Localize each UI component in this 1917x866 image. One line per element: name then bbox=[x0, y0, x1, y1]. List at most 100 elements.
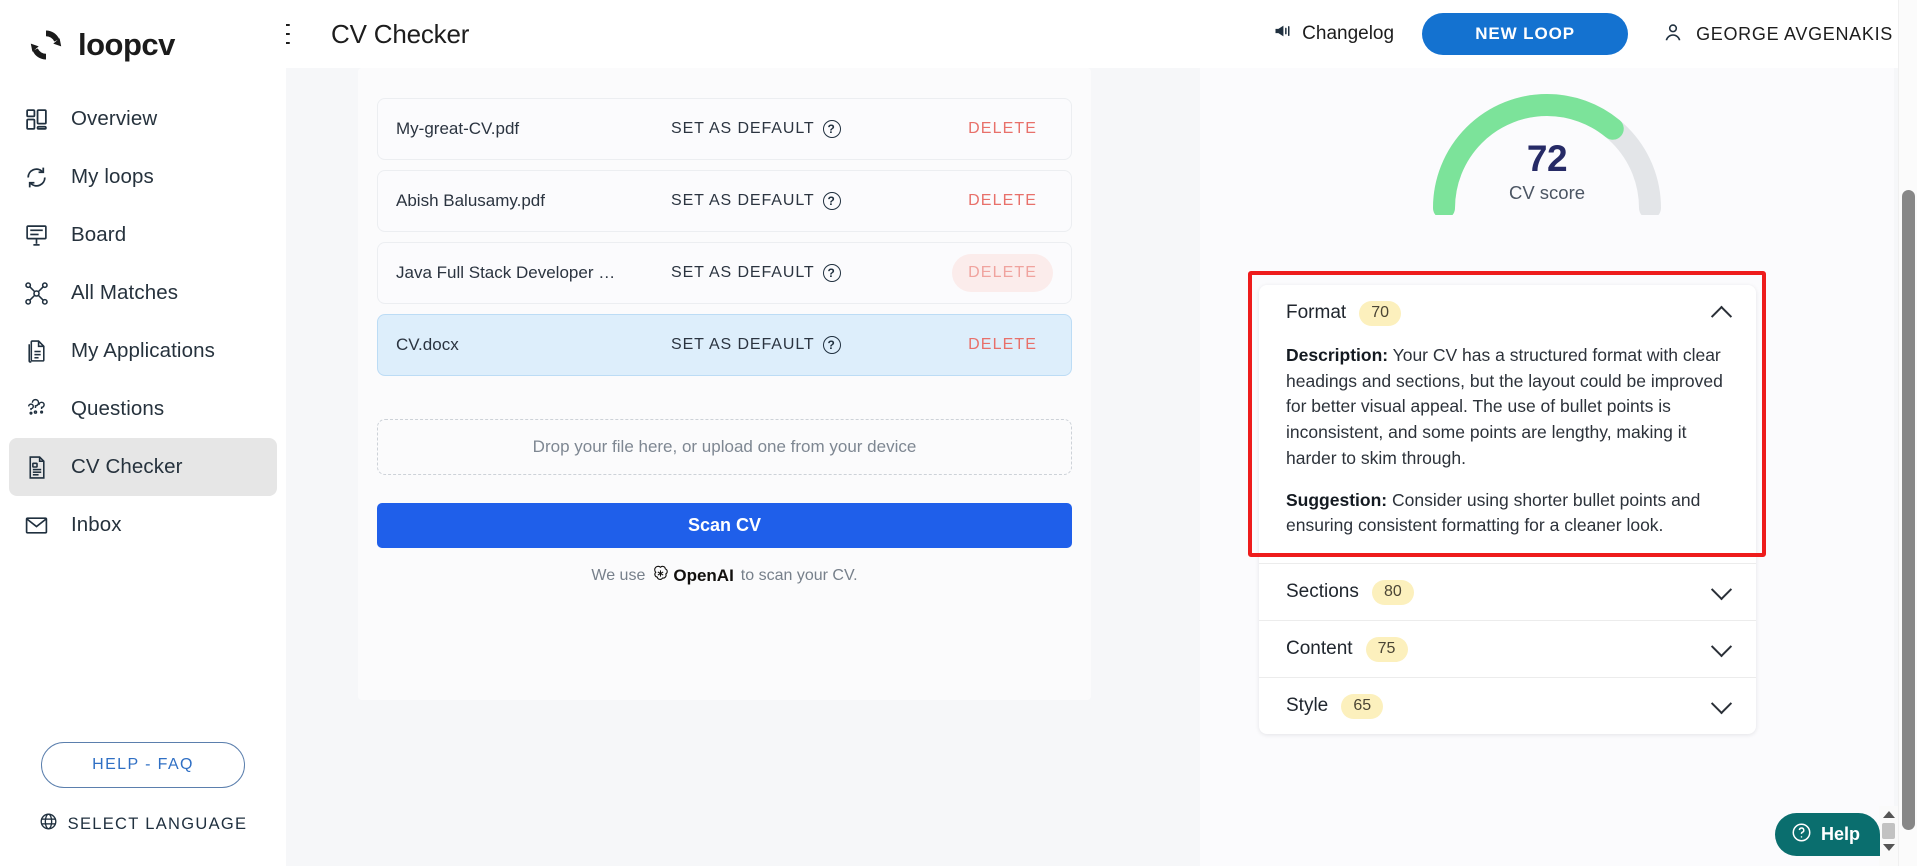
file-dropzone[interactable]: Drop your file here, or upload one from … bbox=[377, 419, 1072, 475]
delete-button[interactable]: DELETE bbox=[952, 326, 1053, 364]
help-circle-icon[interactable]: ? bbox=[822, 336, 841, 354]
file-name: My-great-CV.pdf bbox=[396, 119, 520, 138]
changelog-label: Changelog bbox=[1302, 23, 1395, 44]
openai-prefix: We use bbox=[591, 567, 646, 584]
new-loop-button[interactable]: NEW LOOP bbox=[1422, 13, 1629, 55]
cv-file-list: My-great-CV.pdf SET AS DEFAULT ? DELETE … bbox=[358, 68, 1091, 376]
select-language-label: SELECT LANGUAGE bbox=[67, 814, 248, 833]
envelope-icon bbox=[21, 510, 52, 541]
delete-button[interactable]: DELETE bbox=[952, 182, 1053, 220]
openai-brand-label: OpenAI bbox=[673, 566, 734, 585]
score-badge: 75 bbox=[1365, 636, 1408, 662]
accordion-header-format[interactable]: Format 70 bbox=[1259, 285, 1756, 341]
network-icon bbox=[21, 278, 52, 309]
scroll-down-arrow-icon[interactable] bbox=[1882, 844, 1895, 851]
cv-upload-column: My-great-CV.pdf SET AS DEFAULT ? DELETE … bbox=[305, 68, 1181, 866]
sidebar-nav: Overview My loops Board All Matches My A… bbox=[0, 90, 286, 554]
main-content: My-great-CV.pdf SET AS DEFAULT ? DELETE … bbox=[286, 68, 1917, 866]
scan-cv-button[interactable]: Scan CV bbox=[377, 503, 1072, 548]
help-faq-button[interactable]: HELP - FAQ bbox=[41, 742, 245, 788]
sidebar-item-label: Board bbox=[71, 223, 127, 246]
format-description: Description: Your CV has a structured fo… bbox=[1286, 343, 1729, 472]
set-as-default-label: SET AS DEFAULT bbox=[671, 264, 815, 281]
help-widget-button[interactable]: Help bbox=[1774, 813, 1880, 856]
table-row[interactable]: Abish Balusamy.pdf SET AS DEFAULT ? DELE… bbox=[377, 170, 1072, 232]
changelog-button[interactable]: Changelog bbox=[1273, 21, 1394, 47]
help-circle-icon[interactable]: ? bbox=[822, 120, 841, 138]
user-menu[interactable]: GEORGE AVGENAKIS bbox=[1662, 21, 1893, 48]
accordion-header-sections[interactable]: Sections 80 bbox=[1259, 564, 1756, 620]
accordion-title: Style bbox=[1286, 695, 1329, 717]
table-row[interactable]: CV.docx SET AS DEFAULT ? DELETE bbox=[377, 314, 1072, 376]
accordion-header-content[interactable]: Content 75 bbox=[1259, 621, 1756, 677]
help-widget-label: Help bbox=[1820, 824, 1860, 844]
brand-name: loopcv bbox=[78, 27, 175, 62]
file-name: CV.docx bbox=[396, 335, 459, 354]
accordion-section-format: Format 70 Description: Your CV has a str… bbox=[1259, 285, 1756, 563]
sidebar-item-my-applications[interactable]: My Applications bbox=[9, 322, 277, 380]
sidebar-item-overview[interactable]: Overview bbox=[9, 90, 277, 148]
top-bar-actions: Changelog NEW LOOP GEORGE AVGENAKIS bbox=[1273, 13, 1917, 55]
table-row[interactable]: Java Full Stack Developer … SET AS DEFAU… bbox=[377, 242, 1072, 304]
app-window: loopcv Overview My loops Board All Match… bbox=[0, 0, 1917, 866]
accordion-header-style[interactable]: Style 65 bbox=[1259, 678, 1756, 734]
chevron-down-icon[interactable] bbox=[1710, 635, 1733, 657]
sidebar-item-questions[interactable]: Questions bbox=[9, 380, 277, 438]
openai-logo-icon bbox=[652, 565, 669, 587]
score-badge: 80 bbox=[1371, 579, 1414, 605]
sidebar-item-cv-checker[interactable]: CV Checker bbox=[9, 438, 277, 496]
score-badge: 70 bbox=[1359, 300, 1402, 326]
cv-score-value: 72 bbox=[1526, 138, 1568, 179]
chevron-down-icon[interactable] bbox=[1710, 578, 1733, 600]
page-title: CV Checker bbox=[331, 18, 470, 49]
description-label: Description: bbox=[1286, 345, 1389, 365]
sidebar-item-board[interactable]: Board bbox=[9, 206, 277, 264]
sidebar-item-all-matches[interactable]: All Matches bbox=[9, 264, 277, 322]
chevron-up-icon[interactable] bbox=[1710, 305, 1733, 327]
help-circle-icon[interactable]: ? bbox=[822, 192, 841, 210]
brand-logo-area[interactable]: loopcv bbox=[0, 0, 286, 68]
sidebar: loopcv Overview My loops Board All Match… bbox=[0, 0, 286, 866]
megaphone-icon bbox=[1273, 21, 1293, 47]
sidebar-item-inbox[interactable]: Inbox bbox=[9, 496, 277, 554]
select-language-button[interactable]: SELECT LANGUAGE bbox=[39, 812, 248, 836]
openai-brand: OpenAI bbox=[652, 565, 734, 587]
user-avatar-icon bbox=[1662, 21, 1684, 48]
set-as-default-button[interactable]: SET AS DEFAULT ? bbox=[671, 264, 841, 282]
set-as-default-label: SET AS DEFAULT bbox=[671, 336, 815, 353]
help-circle-icon[interactable]: ? bbox=[822, 264, 841, 282]
cv-upload-card: My-great-CV.pdf SET AS DEFAULT ? DELETE … bbox=[358, 68, 1091, 700]
set-as-default-button[interactable]: SET AS DEFAULT ? bbox=[671, 120, 841, 138]
user-name: GEORGE AVGENAKIS bbox=[1696, 23, 1893, 44]
score-badge: 65 bbox=[1341, 693, 1384, 719]
sidebar-item-label: Inbox bbox=[71, 513, 122, 536]
dropzone-label: Drop your file here, or upload one from … bbox=[532, 437, 917, 456]
cv-score-gauge-wrap: 72 CV score bbox=[1200, 90, 1894, 215]
sidebar-item-my-loops[interactable]: My loops bbox=[9, 148, 277, 206]
cv-score-column: 72 CV score Format 70 Description: Your … bbox=[1200, 68, 1894, 866]
sidebar-item-label: My loops bbox=[71, 165, 154, 188]
chevron-down-icon[interactable] bbox=[1710, 692, 1733, 714]
page-scrollbar-thumb[interactable] bbox=[1902, 190, 1915, 830]
board-icon bbox=[21, 220, 52, 251]
scroll-up-arrow-icon[interactable] bbox=[1882, 811, 1895, 818]
delete-button[interactable]: DELETE bbox=[952, 254, 1053, 292]
suggestion-label: Suggestion: bbox=[1286, 489, 1388, 510]
globe-icon bbox=[39, 812, 58, 836]
table-row[interactable]: My-great-CV.pdf SET AS DEFAULT ? DELETE bbox=[377, 98, 1072, 160]
questions-icon bbox=[21, 394, 52, 425]
help-circle-icon bbox=[1791, 822, 1812, 848]
format-suggestion: Suggestion: Consider using shorter bulle… bbox=[1286, 488, 1729, 539]
cv-document-icon bbox=[21, 452, 52, 483]
set-as-default-button[interactable]: SET AS DEFAULT ? bbox=[671, 192, 841, 210]
loopcv-logo-icon bbox=[26, 25, 66, 65]
openai-suffix: to scan your CV. bbox=[740, 567, 858, 584]
set-as-default-button[interactable]: SET AS DEFAULT ? bbox=[671, 336, 841, 354]
documents-icon bbox=[21, 336, 52, 367]
page-scrollbar[interactable] bbox=[1898, 0, 1917, 866]
delete-button[interactable]: DELETE bbox=[952, 110, 1053, 148]
inner-scrollbar[interactable] bbox=[1879, 806, 1898, 866]
openai-disclaimer: We use OpenAI to scan your CV. bbox=[358, 565, 1091, 587]
accordion-body-format: Description: Your CV has a structured fo… bbox=[1259, 341, 1756, 563]
inner-scrollbar-thumb[interactable] bbox=[1882, 823, 1895, 839]
